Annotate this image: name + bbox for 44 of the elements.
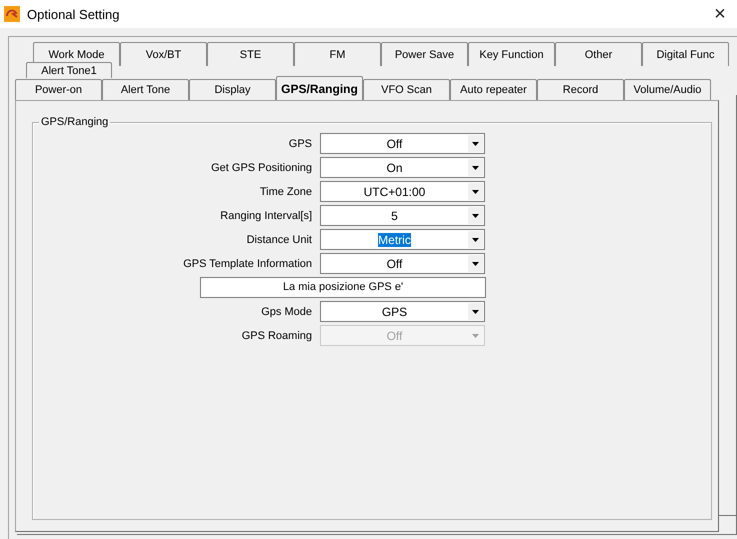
app-logo-icon <box>4 6 20 22</box>
tab[interactable]: Record <box>537 79 624 100</box>
dropdown-value: Off <box>386 256 402 270</box>
tab[interactable]: FM <box>294 42 381 66</box>
window-title: Optional Setting <box>27 6 121 22</box>
tab[interactable]: Auto repeater <box>450 79 537 100</box>
tab[interactable]: Other <box>555 42 642 66</box>
tab[interactable]: Volume/Audio <box>624 79 711 100</box>
tab[interactable]: STE <box>207 42 294 66</box>
dropdown-value: UTC+01:00 <box>364 184 426 198</box>
field-label: GPS <box>288 138 313 150</box>
field-label: GPS Roaming <box>240 330 313 342</box>
dropdown-value: 5 <box>391 208 398 222</box>
dropdown[interactable]: Metric <box>320 229 485 250</box>
field-label: Get GPS Positioning <box>210 162 313 174</box>
tab[interactable]: Vox/BT <box>120 42 207 66</box>
dropdown-value: GPS <box>382 304 408 318</box>
tab[interactable]: Display <box>189 79 276 100</box>
dropdown-value: On <box>386 160 402 174</box>
field-label: Distance Unit <box>246 234 313 246</box>
field-label: Time Zone <box>258 186 313 198</box>
tab[interactable]: Alert Tone <box>102 79 189 100</box>
field-label: Gps Mode <box>260 306 313 318</box>
group-title: GPS/Ranging <box>39 116 110 128</box>
dropdown-value: Off <box>386 136 402 150</box>
tab[interactable]: VFO Scan <box>363 79 450 100</box>
tab[interactable]: Digital Func <box>642 42 729 66</box>
field-label: GPS Template Information <box>182 258 313 270</box>
close-button[interactable]: × <box>703 0 737 28</box>
text-field[interactable]: La mia posizione GPS e' <box>200 277 486 298</box>
dropdown[interactable]: 5 <box>320 205 485 226</box>
tab[interactable]: Alert Tone1 <box>26 62 112 78</box>
tab[interactable]: Power Save <box>381 42 468 66</box>
tab[interactable]: Key Function <box>468 42 555 66</box>
dropdown[interactable]: UTC+01:00 <box>320 181 485 202</box>
dropdown-value: Metric <box>378 232 411 246</box>
dropdown-value: Off <box>386 328 402 342</box>
tab[interactable]: GPS/Ranging <box>276 76 363 100</box>
dropdown[interactable]: GPS <box>320 301 485 322</box>
tab[interactable]: Power-on <box>15 79 102 100</box>
dropdown[interactable]: Off <box>320 133 485 154</box>
field-label: Ranging Interval[s] <box>219 210 313 222</box>
dropdown[interactable]: On <box>320 157 485 178</box>
dropdown[interactable]: Off <box>320 253 485 274</box>
